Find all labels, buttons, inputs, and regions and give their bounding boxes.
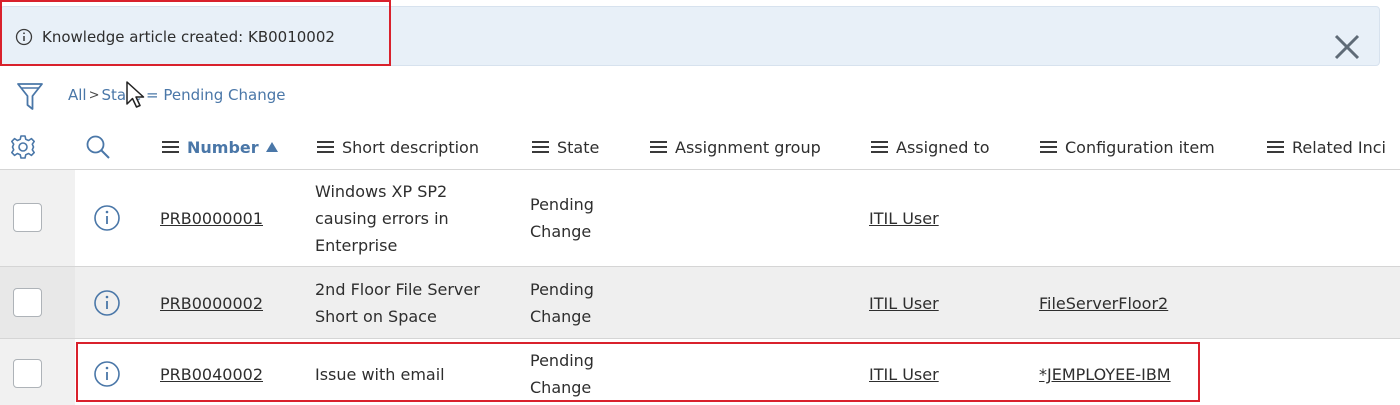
banner-message: Knowledge article created: KB0010002: [15, 28, 335, 46]
column-label: Related Inci: [1292, 137, 1386, 157]
column-label: Assigned to: [896, 137, 990, 157]
column-menu-icon[interactable]: [532, 140, 549, 154]
short-description-cell: 2nd Floor File Server Short on Space: [315, 276, 480, 330]
configuration-item-link[interactable]: *JEMPLOYEE-IBM: [1039, 361, 1171, 388]
close-icon[interactable]: [1331, 31, 1363, 63]
filter-icon[interactable]: [16, 81, 44, 113]
column-menu-icon[interactable]: [871, 140, 888, 154]
mouse-cursor-icon: [126, 81, 145, 108]
short-description-line: Windows XP SP2: [315, 182, 448, 201]
column-header-state[interactable]: State: [532, 125, 599, 169]
info-circle-icon[interactable]: [93, 204, 121, 232]
row-checkbox[interactable]: [13, 288, 42, 317]
state-line: Pending: [530, 351, 594, 370]
column-header-assignment-group[interactable]: Assignment group: [650, 125, 821, 169]
row-checkbox[interactable]: [13, 359, 42, 388]
sort-ascending-icon: [265, 142, 278, 152]
problem-number-link[interactable]: PRB0000001: [160, 205, 263, 232]
column-menu-icon[interactable]: [317, 140, 334, 154]
state-cell: Pending Change: [530, 191, 594, 245]
breadcrumb-separator: >: [88, 87, 100, 103]
table-row: PRB0040002 Issue with email Pending Chan…: [0, 338, 1400, 405]
short-description-cell: Issue with email: [315, 361, 445, 388]
info-banner: Knowledge article created: KB0010002: [0, 6, 1380, 66]
column-menu-icon[interactable]: [1267, 140, 1284, 154]
column-menu-icon[interactable]: [1040, 140, 1057, 154]
info-circle-icon[interactable]: [93, 289, 121, 317]
assigned-to-link[interactable]: ITIL User: [869, 290, 939, 317]
short-description-line: 2nd Floor File Server: [315, 280, 480, 299]
row-checkbox[interactable]: [13, 203, 42, 232]
problem-number-link[interactable]: PRB0040002: [160, 361, 263, 388]
breadcrumb-all[interactable]: All: [68, 86, 87, 104]
column-header-number[interactable]: Number: [162, 125, 279, 169]
info-circle-icon[interactable]: [93, 360, 121, 388]
column-label: Short description: [342, 137, 479, 157]
column-header-short-description[interactable]: Short description: [317, 125, 479, 169]
table-row: PRB0000001 Windows XP SP2 causing errors…: [0, 169, 1400, 266]
banner-text: Knowledge article created: KB0010002: [42, 28, 335, 46]
state-cell: Pending Change: [530, 276, 594, 330]
state-line: Change: [530, 307, 592, 326]
column-menu-icon[interactable]: [650, 140, 667, 154]
state-line: Pending: [530, 195, 594, 214]
column-label: Assignment group: [675, 137, 821, 157]
configuration-item-link[interactable]: FileServerFloor2: [1039, 290, 1168, 317]
problem-number-link[interactable]: PRB0000002: [160, 290, 263, 317]
short-description-line: causing errors in: [315, 209, 449, 228]
column-header-configuration-item[interactable]: Configuration item: [1040, 125, 1215, 169]
state-line: Change: [530, 222, 592, 241]
short-description-line: Enterprise: [315, 236, 398, 255]
breadcrumb: All > State = Pending Change: [68, 86, 286, 104]
column-header-assigned-to[interactable]: Assigned to: [871, 125, 990, 169]
column-label: Configuration item: [1065, 137, 1215, 157]
column-label: State: [557, 137, 600, 157]
state-line: Change: [530, 378, 592, 397]
table-header: Number Short description State Assignmen…: [0, 125, 1400, 169]
table-row: PRB0000002 2nd Floor File Server Short o…: [0, 266, 1400, 338]
state-line: Pending: [530, 280, 594, 299]
short-description-line: Issue with email: [315, 365, 445, 384]
info-circle-icon: [15, 28, 33, 46]
assigned-to-link[interactable]: ITIL User: [869, 361, 939, 388]
column-label: Number: [187, 137, 259, 157]
assigned-to-link[interactable]: ITIL User: [869, 205, 939, 232]
column-header-related-incidents[interactable]: Related Inci: [1267, 125, 1386, 169]
short-description-line: Short on Space: [315, 307, 437, 326]
column-menu-icon[interactable]: [162, 140, 179, 154]
state-cell: Pending Change: [530, 347, 594, 401]
short-description-cell: Windows XP SP2 causing errors in Enterpr…: [315, 178, 449, 259]
